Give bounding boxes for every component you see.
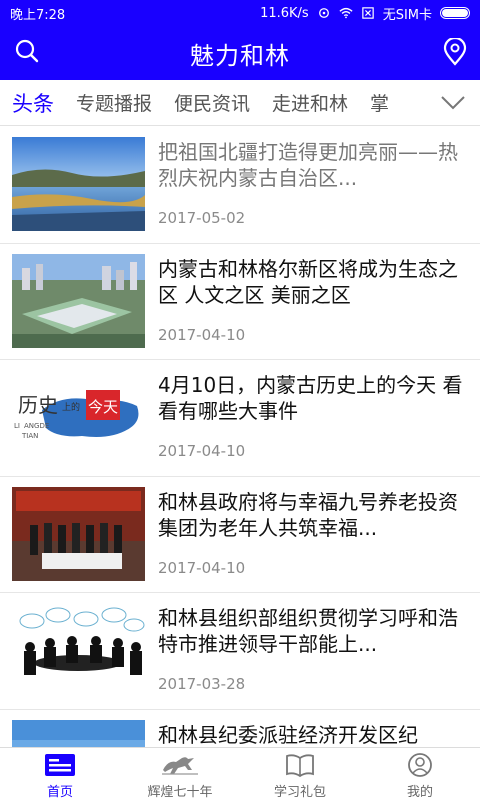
news-list: 把祖国北疆打造得更加亮丽——热烈庆祝内蒙古自治区... 2017-05-02 内… [0,127,480,747]
thumb-main-text: 历史 [18,393,58,417]
nav-glorious-seventy[interactable]: 辉煌七十年 [120,748,240,800]
news-thumbnail [12,137,145,231]
bottom-nav: 首页 辉煌七十年 学习礼包 我的 [0,747,480,800]
battery-icon [440,7,470,19]
home-news-icon [45,754,75,776]
news-item[interactable]: 和林县纪委派驻经济开发区纪 [0,710,480,747]
news-thumbnail [12,486,145,581]
tab-public-info[interactable]: 便民资讯 [152,89,250,116]
no-sim-icon [361,7,374,19]
news-date: 2017-04-10 [158,442,246,460]
news-item[interactable]: 今天 历史 上的 LI ANGDE TIAN 4月10日，内蒙古历史上的今天 看… [0,360,480,477]
wifi-icon [339,7,353,19]
news-title: 和林县组织部组织贯彻学习呼和浩特市推进领导干部能上... [158,606,458,656]
tab-headlines[interactable]: 头条 [0,88,54,118]
sim-status: 无SIM卡 [382,7,432,23]
news-thumbnail: 今天 历史 上的 LI ANGDE TIAN [12,370,145,464]
news-thumbnail [12,253,145,348]
news-title: 内蒙古和林格尔新区将成为生态之区 人文之区 美丽之区 [158,256,458,307]
galloping-horse-icon [162,757,198,775]
status-time: 晚上7:28 [10,7,66,23]
news-date: 2017-04-10 [158,558,246,577]
thumb-left-text-2: ANGDE [24,422,49,430]
news-item[interactable]: 内蒙古和林格尔新区将成为生态之区 人文之区 美丽之区 2017-04-10 [0,244,480,360]
user-profile-icon [408,753,432,777]
status-right-group: 11.6K/s 无SIM卡 [260,4,470,23]
news-date: 2017-03-28 [158,675,246,693]
news-date: 2017-05-02 [158,209,246,227]
news-item[interactable]: 和林县政府将与幸福九号养老投资集团为老年人共筑幸福... 2017-04-10 [0,477,480,593]
nav-mine[interactable]: 我的 [360,748,480,800]
nav-label: 我的 [406,785,433,800]
status-bar: 晚上7:28 11.6K/s 无SIM卡 [0,0,480,26]
open-book-icon [286,754,314,778]
location-pin-icon[interactable] [442,38,468,66]
category-tabs: 头条 专题播报 便民资讯 走进和林 掌 [0,80,480,126]
thumb-left-text-3: TIAN [21,432,38,440]
thumb-sub-text: 上的 [62,401,80,413]
news-item[interactable]: 和林县组织部组织贯彻学习呼和浩特市推进领导干部能上... 2017-03-28 [0,593,480,710]
news-date: 2017-04-10 [158,325,246,344]
nav-label: 首页 [46,785,73,800]
data-sync-icon [318,8,329,18]
nav-label: 辉煌七十年 [147,785,213,800]
news-title: 把祖国北疆打造得更加亮丽——热烈庆祝内蒙古自治区... [158,140,458,190]
search-icon[interactable] [14,38,40,64]
thumb-badge-text: 今天 [88,398,118,416]
tab-special-reports[interactable]: 专题播报 [54,89,152,116]
news-title: 4月10日，内蒙古历史上的今天 看看有哪些大事件 [158,373,463,423]
thumb-left-text-1: LI [14,422,20,430]
tab-partial[interactable]: 掌 [348,89,389,116]
app-header: 魅力和林 [0,26,480,80]
chevron-down-icon[interactable] [440,94,466,112]
news-title: 和林县纪委派驻经济开发区纪 [158,722,418,747]
page-title: 魅力和林 [190,41,290,70]
nav-label: 学习礼包 [273,785,326,800]
tab-explore-helin[interactable]: 走进和林 [250,89,348,116]
nav-home[interactable]: 首页 [0,748,120,800]
news-item[interactable]: 把祖国北疆打造得更加亮丽——热烈庆祝内蒙古自治区... 2017-05-02 [0,127,480,244]
news-thumbnail [12,603,145,697]
nav-study-pack[interactable]: 学习礼包 [240,748,360,800]
network-speed: 11.6K/s [260,5,309,21]
news-title: 和林县政府将与幸福九号养老投资集团为老年人共筑幸福... [158,489,458,540]
news-thumbnail [12,719,145,747]
